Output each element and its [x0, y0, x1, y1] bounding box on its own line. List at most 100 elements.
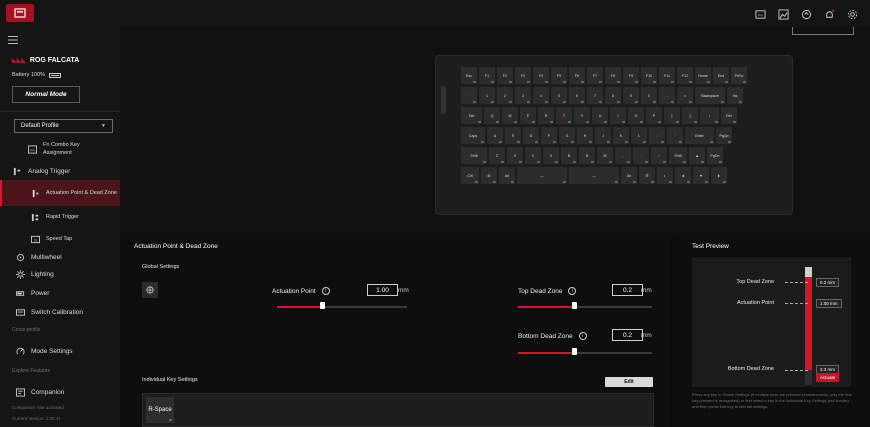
- key[interactable]: 8: [605, 87, 621, 104]
- edit-button[interactable]: Edit: [605, 377, 653, 387]
- key[interactable]: [: [664, 107, 680, 124]
- key[interactable]: S: [505, 127, 521, 144]
- key[interactable]: 7: [587, 87, 603, 104]
- key[interactable]: F12: [677, 67, 693, 84]
- key[interactable]: F: [541, 127, 557, 144]
- key[interactable]: Z: [489, 147, 505, 164]
- key[interactable]: Alt: [621, 167, 637, 184]
- key[interactable]: End: [713, 67, 729, 84]
- key[interactable]: ;: [649, 127, 665, 144]
- key[interactable]: U: [592, 107, 608, 124]
- key[interactable]: Esc: [461, 67, 477, 84]
- key[interactable]: Backspace: [695, 87, 725, 104]
- key[interactable]: 6: [569, 87, 585, 104]
- key[interactable]: P: [646, 107, 662, 124]
- sidebar-item-companion[interactable]: Companion: [0, 385, 120, 399]
- key[interactable]: \: [700, 107, 719, 124]
- key[interactable]: Y: [574, 107, 590, 124]
- key[interactable]: C: [525, 147, 541, 164]
- key[interactable]: ': [667, 127, 683, 144]
- info-icon[interactable]: i: [578, 332, 587, 340]
- actuation-input[interactable]: 1.00: [367, 284, 398, 296]
- info-icon[interactable]: i: [321, 287, 330, 295]
- key[interactable]: F1: [479, 67, 495, 84]
- key[interactable]: F8: [605, 67, 621, 84]
- key[interactable]: ▲: [689, 147, 705, 164]
- key[interactable]: ▼: [693, 167, 709, 184]
- hamburger-icon[interactable]: [8, 36, 18, 44]
- key[interactable]: —: [517, 167, 567, 184]
- photo-icon[interactable]: [772, 5, 795, 23]
- key[interactable]: 2: [497, 87, 513, 104]
- key[interactable]: PgDn: [707, 147, 723, 164]
- sidebar-item-actuation[interactable]: Actuation Point & Dead Zone: [0, 180, 120, 206]
- key[interactable]: D: [523, 127, 539, 144]
- key[interactable]: ,: [615, 147, 631, 164]
- key[interactable]: Shift: [669, 147, 687, 164]
- key[interactable]: 5: [551, 87, 567, 104]
- key[interactable]: K: [613, 127, 629, 144]
- key[interactable]: /: [651, 147, 667, 164]
- key[interactable]: F4: [533, 67, 549, 84]
- key[interactable]: R: [538, 107, 554, 124]
- key[interactable]: B: [561, 147, 577, 164]
- mode-button[interactable]: Normal Mode: [12, 86, 80, 103]
- key[interactable]: Shift: [461, 147, 487, 164]
- slider-thumb[interactable]: [571, 348, 577, 355]
- profile-select[interactable]: Default Profile ▼: [14, 119, 113, 133]
- key[interactable]: A: [487, 127, 503, 144]
- bottom-dead-slider[interactable]: [518, 348, 652, 355]
- slider-thumb[interactable]: [320, 302, 325, 309]
- sidebar-item-power[interactable]: Power: [0, 286, 120, 300]
- top-dead-slider[interactable]: [518, 302, 652, 309]
- key[interactable]: Ctrl: [461, 167, 479, 184]
- key[interactable]: F11: [659, 67, 675, 84]
- bell-icon[interactable]: [818, 5, 841, 23]
- global-key-chip[interactable]: [142, 282, 158, 298]
- key[interactable]: Alt: [499, 167, 515, 184]
- key[interactable]: ►: [711, 167, 727, 184]
- key[interactable]: ☰: [639, 167, 655, 184]
- key[interactable]: 4: [533, 87, 549, 104]
- key[interactable]: F10: [641, 67, 657, 84]
- top-dead-input[interactable]: 0.2: [612, 284, 643, 296]
- key[interactable]: Q: [484, 107, 500, 124]
- key[interactable]: F7: [587, 67, 603, 84]
- key[interactable]: —: [569, 167, 619, 184]
- individual-key-rspace[interactable]: R-Space: [146, 397, 174, 423]
- sync-icon[interactable]: [795, 5, 818, 23]
- key[interactable]: -: [659, 87, 675, 104]
- app-logo[interactable]: [6, 4, 34, 22]
- key[interactable]: T: [556, 107, 572, 124]
- key[interactable]: ◐: [657, 167, 673, 184]
- slider-thumb[interactable]: [571, 302, 577, 309]
- key[interactable]: H: [577, 127, 593, 144]
- key[interactable]: ◄: [675, 167, 691, 184]
- key[interactable]: Enter: [685, 127, 714, 144]
- key[interactable]: Home: [695, 67, 711, 84]
- key[interactable]: `: [461, 87, 477, 104]
- key[interactable]: X: [507, 147, 523, 164]
- key[interactable]: 9: [623, 87, 639, 104]
- key[interactable]: Del: [721, 107, 737, 124]
- sidebar-item-mode-settings[interactable]: Mode Settings: [0, 344, 120, 358]
- key[interactable]: I: [610, 107, 626, 124]
- key[interactable]: L: [631, 127, 647, 144]
- key[interactable]: W: [502, 107, 518, 124]
- key[interactable]: ⊞: [481, 167, 497, 184]
- key[interactable]: F5: [551, 67, 567, 84]
- sidebar-item-fn-combo[interactable]: Fn Fn Combo Key Assignment: [0, 139, 120, 159]
- key[interactable]: V: [543, 147, 559, 164]
- key[interactable]: G: [559, 127, 575, 144]
- sidebar-item-speed-tap[interactable]: S Speed Tap: [0, 233, 120, 245]
- key[interactable]: .: [633, 147, 649, 164]
- sidebar-item-switch-calibration[interactable]: Switch Calibration: [0, 305, 120, 319]
- key[interactable]: N: [579, 147, 595, 164]
- key[interactable]: Tab: [461, 107, 482, 124]
- key[interactable]: PrtSc: [731, 67, 747, 84]
- key[interactable]: F9: [623, 67, 639, 84]
- key[interactable]: =: [677, 87, 693, 104]
- key[interactable]: Caps: [461, 127, 485, 144]
- key[interactable]: PgUp: [716, 127, 732, 144]
- sidebar-item-rapid-trigger[interactable]: Rapid Trigger: [0, 211, 120, 223]
